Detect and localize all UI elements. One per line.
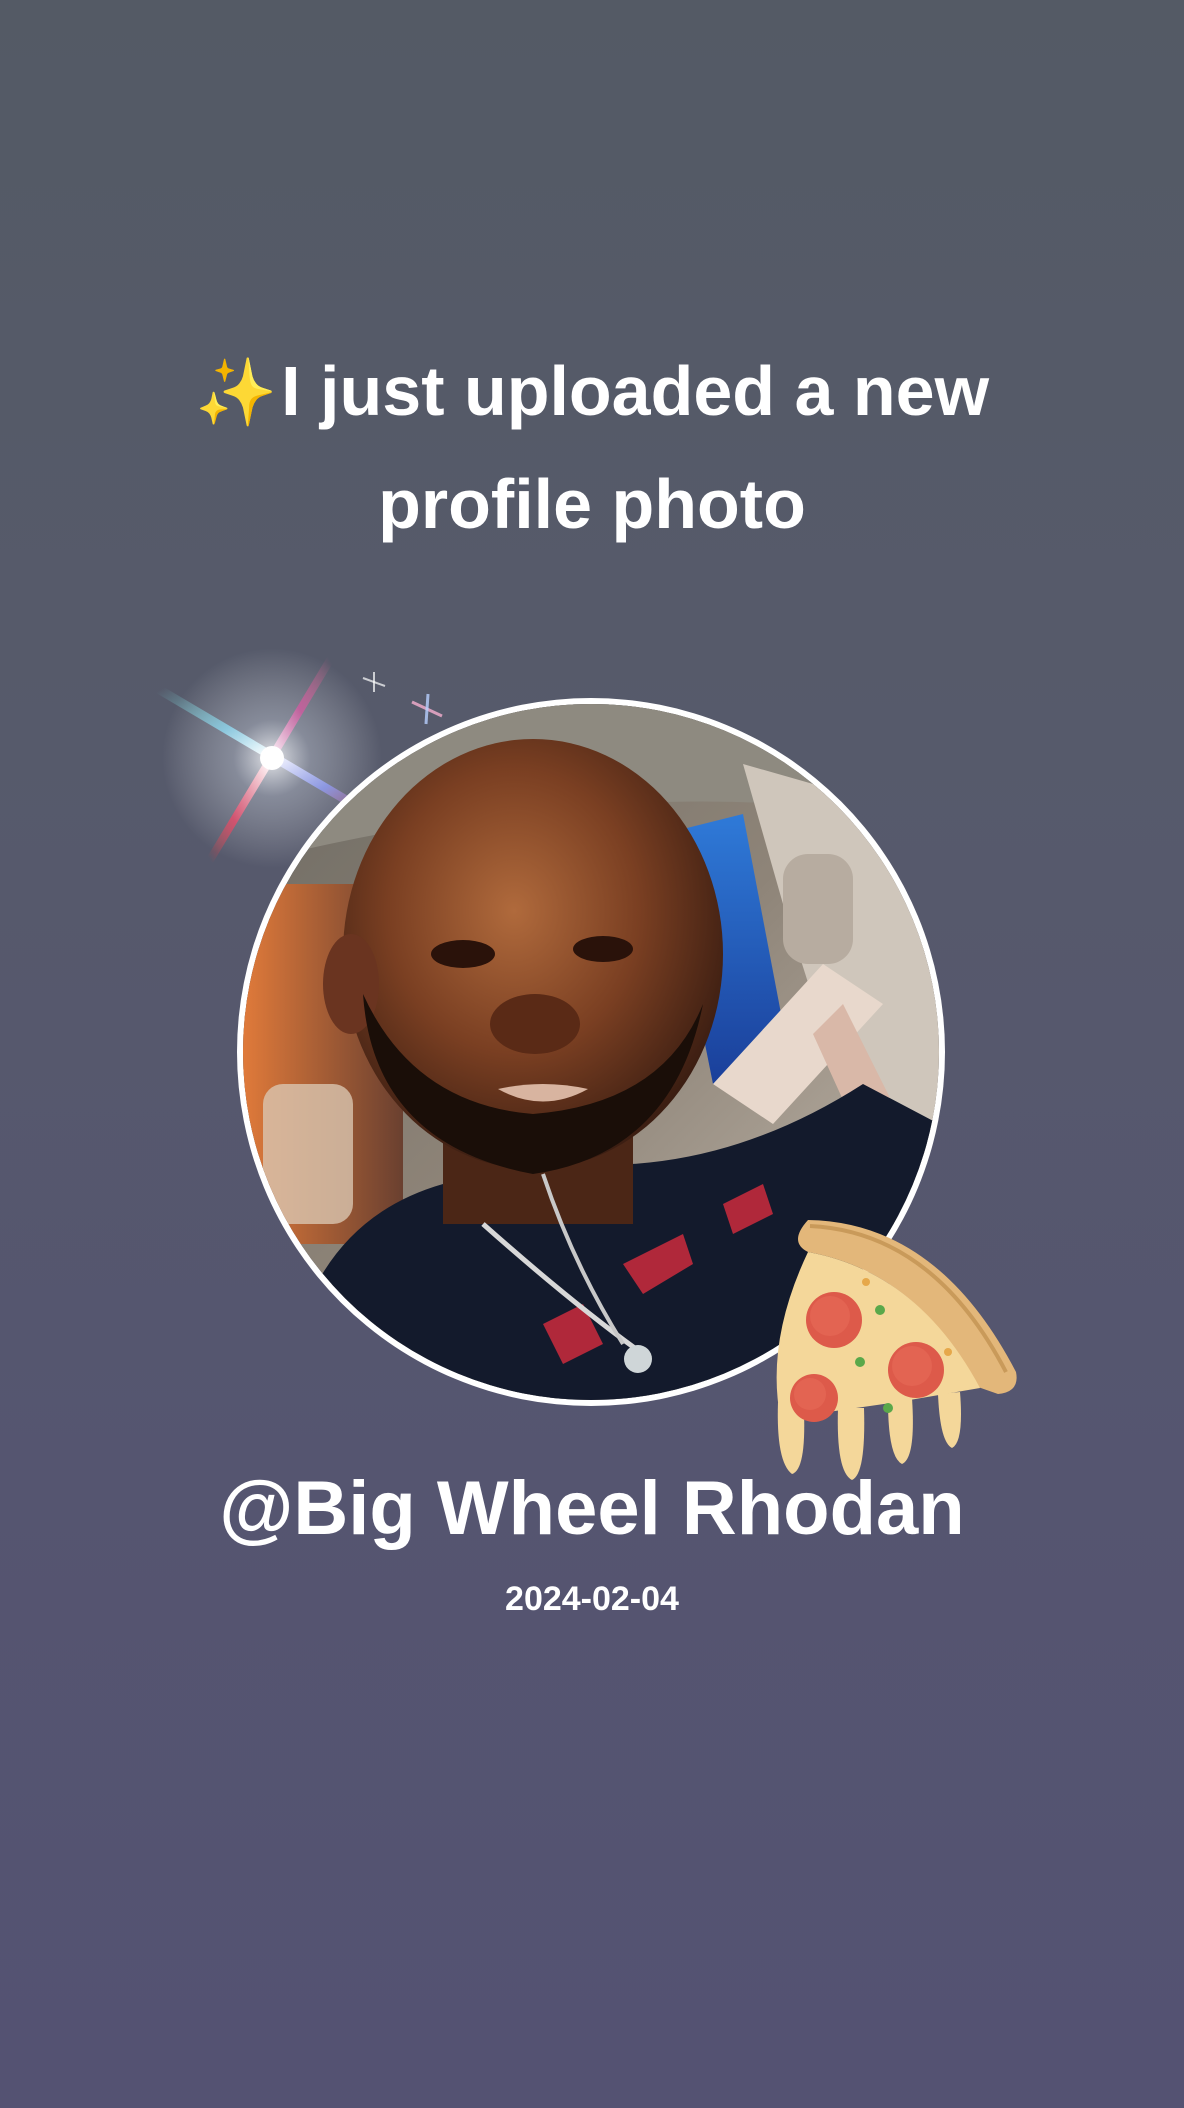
username[interactable]: @Big Wheel Rhodan bbox=[92, 1464, 1092, 1554]
sparkles-icon: ✨ bbox=[194, 355, 278, 429]
headline: ✨I just uploaded a new profile photo bbox=[92, 335, 1092, 560]
post-date: 2024-02-04 bbox=[505, 1580, 679, 1618]
headline-text: I just uploaded a new profile photo bbox=[281, 352, 990, 543]
pizza-slice-icon bbox=[776, 1220, 1017, 1480]
